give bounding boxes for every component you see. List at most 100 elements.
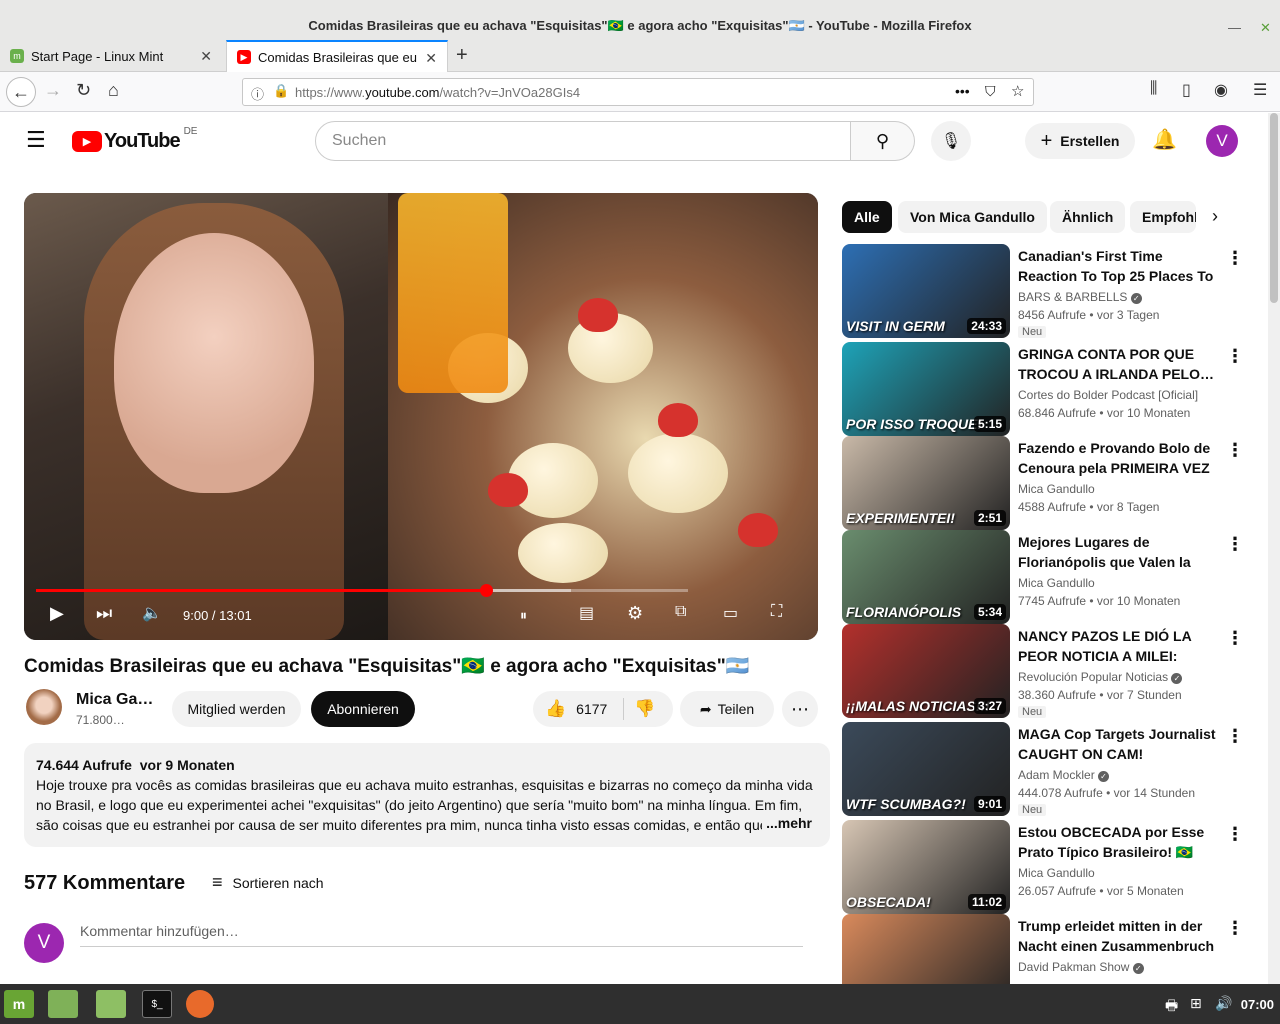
close-tab-icon[interactable]: ✕ — [425, 50, 437, 67]
new-tab-icon[interactable]: + — [456, 44, 468, 67]
subtitles-icon[interactable]: ▤ — [579, 603, 594, 623]
video-thumbnail[interactable]: EXPERIMENTEI! 2:51 — [842, 436, 1010, 530]
theater-mode-icon[interactable]: ▭ — [723, 603, 738, 623]
scrollbar-thumb[interactable] — [1270, 113, 1278, 303]
autoplay-toggle-icon[interactable]: ⏸︎ — [520, 607, 527, 624]
volume-icon[interactable]: 🔈 — [142, 603, 162, 623]
settings-gear-icon[interactable]: ⚙ — [627, 603, 643, 624]
comment-input[interactable]: Kommentar hinzufügen… — [80, 923, 803, 947]
recommendation-channel[interactable]: Mica Gandullo — [1018, 866, 1095, 880]
recommendation-channel[interactable]: BARS & BARBELLS ✓ — [1018, 290, 1142, 304]
close-tab-icon[interactable]: ✕ — [200, 48, 212, 65]
recommendation-channel[interactable]: David Pakman Show ✓ — [1018, 960, 1144, 974]
create-button[interactable]: + Erstellen — [1025, 123, 1135, 159]
channel-name[interactable]: Mica Ga… — [76, 691, 153, 709]
recommendation-title[interactable]: Fazendo e Provando Bolo de Cenoura pela … — [1018, 438, 1223, 478]
sort-comments-button[interactable]: ≡ Sortieren nach — [212, 872, 324, 893]
video-player[interactable]: ▶ ⏭ 🔈 9:00 / 13:01 ⏸︎ ▤ ⚙ ⧉ ▭ ⛶ — [24, 193, 818, 640]
tab-youtube-video[interactable]: ▶ Comidas Brasileiras que eu ✕ — [226, 40, 448, 72]
more-options-icon[interactable]: ⋮ — [1226, 248, 1244, 269]
recommendation-title[interactable]: Trump erleidet mitten in der Nacht einen… — [1018, 916, 1223, 956]
reload-icon[interactable]: ↻ — [76, 80, 91, 101]
video-thumbnail[interactable]: WTF SCUMBAG?! 9:01 — [842, 722, 1010, 816]
video-thumbnail[interactable]: ¡¡MALAS NOTICIAS!!! 3:27 — [842, 624, 1010, 718]
miniplayer-icon[interactable]: ⧉ — [675, 603, 686, 621]
fullscreen-icon[interactable]: ⛶ — [771, 603, 782, 621]
more-actions-icon[interactable]: ⋯ — [782, 691, 818, 727]
home-icon[interactable]: ⌂ — [108, 80, 119, 101]
show-desktop-icon[interactable] — [48, 990, 78, 1018]
join-button[interactable]: Mitglied werden — [172, 691, 301, 727]
recommendation-item[interactable]: WTF SCUMBAG?! 9:01 MAGA Cop Targets Journa… — [842, 722, 1262, 816]
recommendation-title[interactable]: Mejores Lugares de Florianópolis que Val… — [1018, 532, 1223, 572]
recommendation-item[interactable]: POR ISSO TROQUEI 5:15 GRINGA CONTA POR QUE… — [842, 342, 1262, 436]
printer-icon[interactable]: 🖶 — [1165, 995, 1178, 1019]
more-options-icon[interactable]: ⋮ — [1226, 726, 1244, 747]
forward-icon[interactable]: → — [44, 80, 62, 101]
mint-menu-icon[interactable]: m — [4, 990, 34, 1018]
channel-avatar[interactable] — [26, 689, 62, 725]
recommendation-item[interactable]: VISIT IN GERM 24:33 Canadian's First Time … — [842, 244, 1262, 338]
minimize-icon[interactable]: — — [1228, 20, 1241, 35]
recommendation-channel[interactable]: Mica Gandullo — [1018, 482, 1095, 496]
chip-related[interactable]: Ähnlich — [1050, 201, 1126, 233]
sidebar-icon[interactable]: ▯ — [1182, 80, 1191, 100]
video-thumbnail[interactable]: VISIT IN GERM 24:33 — [842, 244, 1010, 338]
url-bar[interactable]: ⓘ 🔒 https://www.youtube.com/watch?v=JnVO… — [242, 78, 1034, 106]
tab-start-page[interactable]: m Start Page - Linux Mint ✕ — [0, 40, 222, 72]
more-options-icon[interactable]: ⋮ — [1226, 824, 1244, 845]
back-icon[interactable]: ← — [6, 77, 36, 107]
recommendation-channel[interactable]: Cortes do Bolder Podcast [Oficial] — [1018, 388, 1198, 402]
like-count[interactable]: 6177 — [576, 701, 607, 717]
recommendation-item[interactable]: OBSECADA! 11:02 Estou OBCECADA por Esse Pr… — [842, 820, 1262, 914]
more-options-icon[interactable]: ⋮ — [1226, 918, 1244, 939]
menu-icon[interactable]: ☰ — [1253, 80, 1267, 100]
video-thumbnail[interactable]: POR ISSO TROQUEI 5:15 — [842, 342, 1010, 436]
recommendation-title[interactable]: MAGA Cop Targets Journalist CAUGHT ON CA… — [1018, 724, 1223, 764]
show-more-link[interactable]: ...mehr — [762, 813, 812, 833]
description-box[interactable]: 74.644 Aufrufe vor 9 Monaten Hoje trouxe… — [24, 743, 830, 847]
hamburger-menu-icon[interactable]: ☰ — [26, 127, 46, 153]
recommendation-item[interactable]: ¡¡MALAS NOTICIAS!!! 3:27 NANCY PAZOS LE DI… — [842, 624, 1262, 718]
play-icon[interactable]: ▶ — [50, 603, 64, 624]
more-options-icon[interactable]: ⋮ — [1226, 628, 1244, 649]
terminal-icon[interactable]: $_ — [142, 990, 172, 1018]
video-thumbnail[interactable]: OBSECADA! 11:02 — [842, 820, 1010, 914]
recommendation-title[interactable]: GRINGA CONTA POR QUE TROCOU A IRLANDA PE… — [1018, 344, 1223, 384]
share-button[interactable]: ➦ Teilen — [680, 691, 774, 727]
search-button[interactable]: ⚲ — [851, 121, 915, 161]
like-icon[interactable]: 👍 — [545, 699, 566, 719]
pocket-icon[interactable]: ⛉ — [985, 83, 996, 100]
recommendation-title[interactable]: Canadian's First Time Reaction To Top 25… — [1018, 246, 1223, 286]
next-icon[interactable]: ⏭ — [96, 603, 112, 624]
recommendation-item[interactable]: EXPERIMENTEI! 2:51 Fazendo e Provando Bolo… — [842, 436, 1262, 530]
youtube-logo[interactable]: ▶ YouTube DE — [72, 126, 197, 153]
recommendation-title[interactable]: Estou OBCECADA por Esse Prato Típico Bra… — [1018, 822, 1223, 862]
recommendation-channel[interactable]: Mica Gandullo — [1018, 576, 1095, 590]
page-scrollbar[interactable] — [1268, 113, 1280, 984]
firefox-icon[interactable] — [186, 990, 214, 1018]
recommendation-title[interactable]: NANCY PAZOS LE DIÓ LA PEOR NOTICIA A MIL… — [1018, 626, 1223, 666]
video-thumbnail[interactable]: FLORIANÓPOLIS 5:34 — [842, 530, 1010, 624]
more-options-icon[interactable]: ⋮ — [1226, 440, 1244, 461]
dislike-icon[interactable]: 👎 — [634, 699, 655, 719]
notifications-bell-icon[interactable]: 🔔 — [1152, 127, 1177, 152]
volume-tray-icon[interactable]: 🔊 — [1215, 995, 1232, 1012]
recommendation-item[interactable]: FLORIANÓPOLIS 5:34 Mejores Lugares de Flor… — [842, 530, 1262, 624]
close-window-icon[interactable]: ✕ — [1260, 20, 1271, 36]
chip-from-channel[interactable]: Von Mica Gandullo — [898, 201, 1047, 233]
file-manager-icon[interactable] — [96, 990, 126, 1018]
account-icon[interactable]: ◉ — [1214, 80, 1228, 100]
recommendation-channel[interactable]: Adam Mockler ✓ — [1018, 768, 1110, 782]
subscribe-button[interactable]: Abonnieren — [311, 691, 415, 727]
chevron-right-icon[interactable]: › — [1212, 206, 1218, 227]
chip-recommended[interactable]: Empfohlen — [1130, 201, 1196, 233]
more-options-icon[interactable]: ⋮ — [1226, 534, 1244, 555]
info-icon[interactable]: ⓘ — [251, 84, 264, 103]
more-options-icon[interactable]: ⋮ — [1226, 346, 1244, 367]
user-avatar[interactable]: V — [1206, 125, 1238, 157]
bookmark-star-icon[interactable]: ☆ — [1011, 82, 1024, 100]
chip-all[interactable]: Alle — [842, 201, 892, 233]
recommendation-channel[interactable]: Revolución Popular Noticias ✓ — [1018, 670, 1183, 684]
page-actions-icon[interactable]: ••• — [955, 83, 970, 99]
